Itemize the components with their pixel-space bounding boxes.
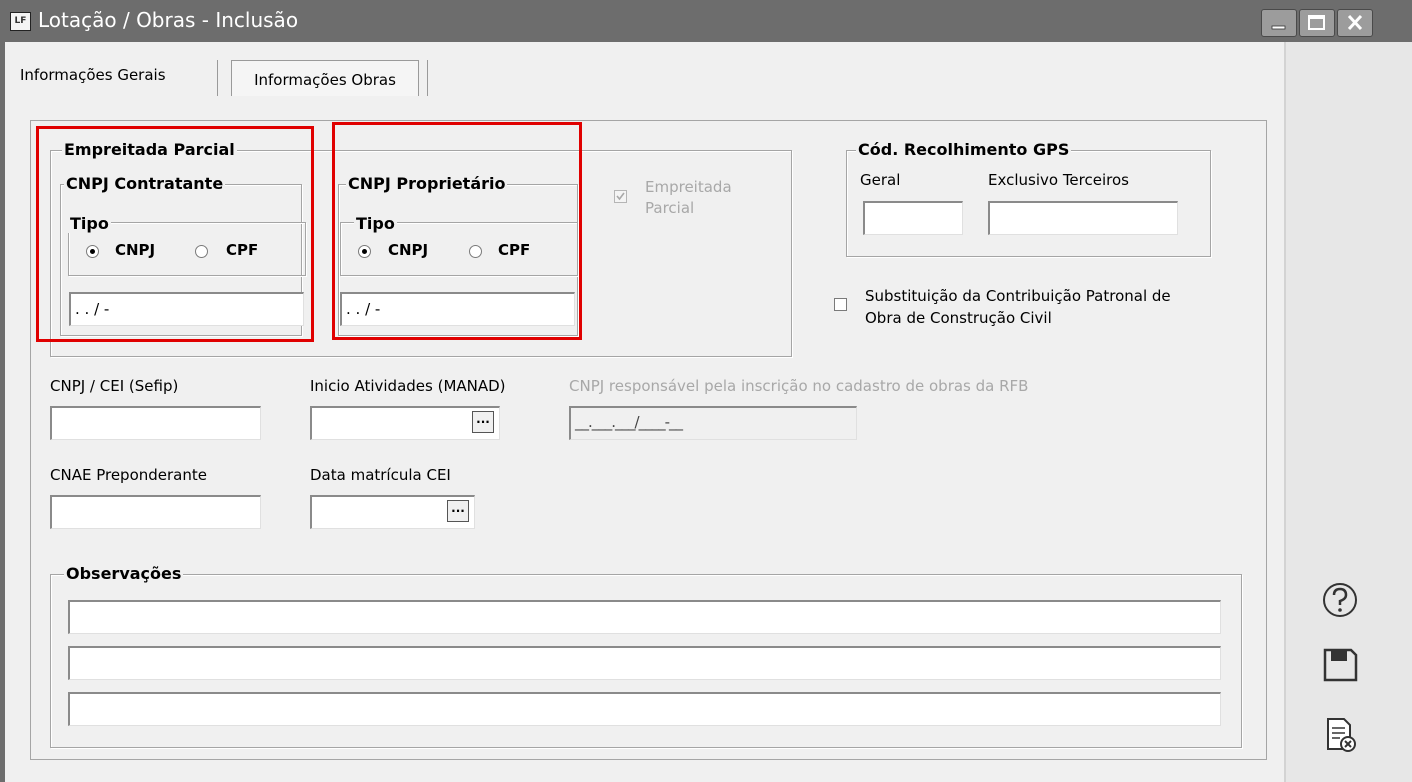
highlight-cnpj-contratante [36, 126, 314, 342]
substituicao-label-1: Substituição da Contribuição Patronal de [865, 287, 1171, 305]
help-button[interactable] [1320, 580, 1360, 620]
title-bar: LF Lotação / Obras - Inclusão [0, 0, 1412, 42]
tab-informacoes-gerais[interactable]: Informações Gerais [20, 56, 215, 104]
checkmark-icon [616, 192, 625, 201]
inicio-atividades-date-button[interactable]: ... [472, 411, 494, 433]
minimize-button[interactable] [1261, 9, 1297, 37]
observacoes-legend: Observações [64, 564, 184, 583]
cnpj-cei-input[interactable] [50, 406, 261, 440]
observacoes-line-1[interactable] [68, 600, 1221, 634]
empreitada-parcial-checkbox-label-2: Parcial [645, 199, 695, 217]
save-icon [1323, 648, 1358, 682]
minimize-icon [1271, 25, 1286, 30]
close-button[interactable] [1337, 9, 1373, 37]
cnpj-cei-label: CNPJ / CEI (Sefip) [50, 377, 179, 395]
geral-label: Geral [860, 171, 901, 189]
cod-recolhimento-legend: Cód. Recolhimento GPS [856, 140, 1072, 159]
help-icon [1323, 583, 1357, 617]
maximize-icon [1308, 15, 1325, 30]
save-button[interactable] [1320, 645, 1360, 685]
geral-input[interactable] [863, 201, 963, 235]
cancel-document-icon [1327, 718, 1356, 752]
cnae-label: CNAE Preponderante [50, 466, 207, 484]
substituicao-label-2: Obra de Construção Civil [865, 309, 1052, 327]
substituicao-checkbox[interactable] [834, 298, 847, 311]
inicio-atividades-label: Inicio Atividades (MANAD) [310, 377, 506, 395]
maximize-button[interactable] [1299, 9, 1335, 37]
exclusivo-terceiros-input[interactable] [988, 201, 1178, 235]
window-title: Lotação / Obras - Inclusão [38, 8, 299, 32]
cancel-document-button[interactable] [1320, 715, 1360, 755]
app-icon: LF [10, 12, 31, 31]
observacoes-line-2[interactable] [68, 646, 1221, 680]
data-matricula-date-button[interactable]: ... [447, 500, 469, 522]
observacoes-line-3[interactable] [68, 692, 1221, 726]
tab-separator [217, 60, 218, 96]
tab-informacoes-obras[interactable]: Informações Obras [231, 60, 419, 96]
empreitada-parcial-checkbox-label-1: Empreitada [645, 178, 732, 196]
exclusivo-terceiros-label: Exclusivo Terceiros [988, 171, 1129, 189]
highlight-cnpj-proprietario [332, 122, 582, 340]
cnae-input[interactable] [50, 495, 261, 529]
empreitada-parcial-checkbox[interactable] [614, 190, 627, 203]
cnpj-responsavel-input[interactable]: __.___.___/____-__ [569, 406, 857, 440]
data-matricula-label: Data matrícula CEI [310, 466, 451, 484]
cnpj-responsavel-label: CNPJ responsável pela inscrição no cadas… [569, 377, 1029, 395]
close-icon [1347, 14, 1363, 31]
tab-separator [427, 60, 428, 96]
